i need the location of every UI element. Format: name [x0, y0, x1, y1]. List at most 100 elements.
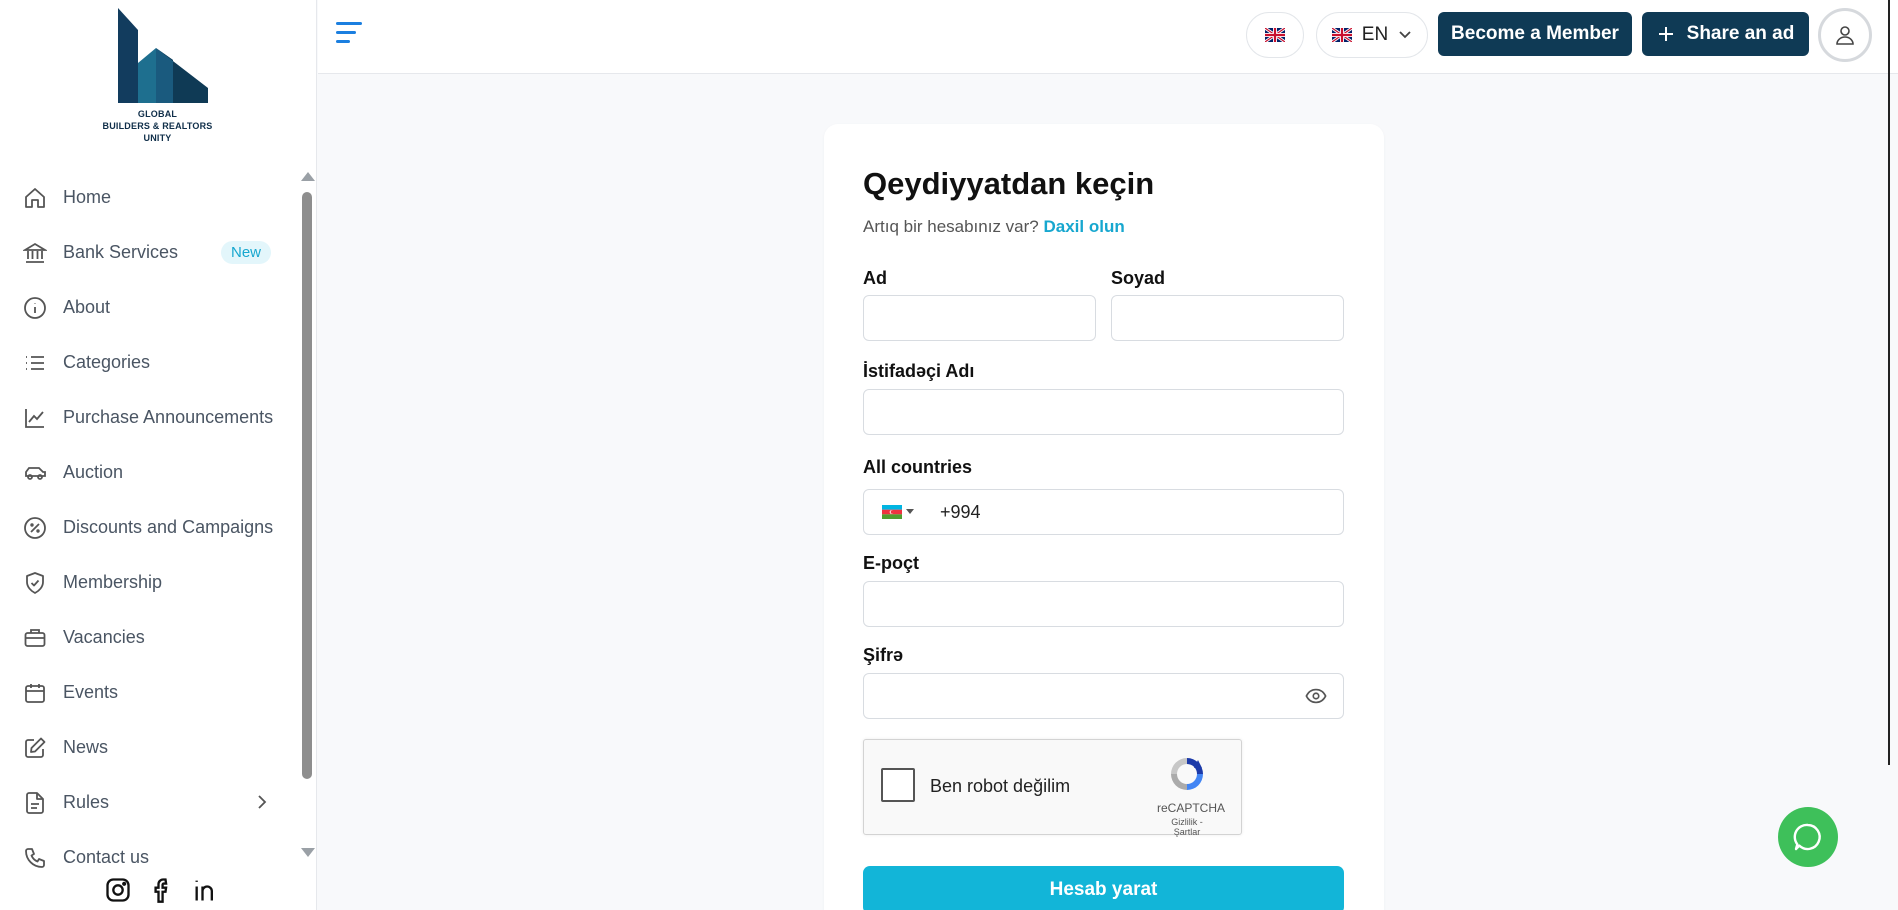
- email-field[interactable]: [863, 581, 1344, 627]
- eye-icon[interactable]: [1305, 685, 1327, 712]
- share-ad-label: Share an ad: [1686, 23, 1795, 44]
- percent-badge-icon: [22, 515, 48, 541]
- azerbaijan-flag-icon: [882, 505, 902, 519]
- bank-icon: [22, 240, 48, 266]
- username-field[interactable]: [863, 389, 1344, 435]
- chart-line-icon: [22, 405, 48, 431]
- login-link[interactable]: Daxil olun: [1044, 217, 1125, 236]
- sidebar: GLOBAL BUILDERS & REALTORS UNITY Home Ba…: [0, 0, 317, 910]
- sidebar-item-news[interactable]: News: [0, 720, 300, 775]
- country-flag-select[interactable]: [864, 505, 940, 519]
- sidebar-item-label: Auction: [63, 462, 124, 482]
- sidebar-item-rules[interactable]: Rules: [0, 775, 300, 830]
- facebook-icon[interactable]: [147, 875, 177, 905]
- logo-mark-icon: [117, 8, 208, 103]
- sidebar-item-label: Events: [63, 682, 119, 702]
- document-icon: [22, 790, 48, 816]
- sidebar-item-label: About: [63, 297, 111, 317]
- logo-line-2: BUILDERS & REALTORS: [102, 121, 213, 131]
- logo[interactable]: GLOBAL BUILDERS & REALTORS UNITY: [100, 8, 215, 153]
- sidebar-item-vacancies[interactable]: Vacancies: [0, 610, 300, 665]
- country-label: All countries: [863, 457, 973, 477]
- uk-flag-icon: [1331, 28, 1352, 42]
- scroll-down-arrow[interactable]: [301, 848, 315, 857]
- sidebar-item-bank-services[interactable]: Bank Services New: [0, 225, 300, 280]
- sidebar-item-label: News: [63, 737, 109, 757]
- sidebar-item-auction[interactable]: Auction: [0, 445, 300, 500]
- last-name-field[interactable]: [1111, 295, 1344, 341]
- sidebar-scrollbar[interactable]: [302, 192, 312, 779]
- create-account-button[interactable]: Hesab yarat: [863, 866, 1344, 910]
- sidebar-nav: Home Bank Services New About Categories: [0, 170, 300, 885]
- caret-down-icon: [906, 509, 914, 514]
- sidebar-item-membership[interactable]: Membership: [0, 555, 300, 610]
- page-title: Qeydiyyatdan keçin: [863, 166, 1155, 201]
- briefcase-icon: [22, 625, 48, 651]
- login-prompt: Artıq bir hesabınız var? Daxil olun: [863, 217, 1125, 237]
- recaptcha-brand: reCAPTCHA: [1157, 801, 1226, 815]
- plus-icon: [1658, 27, 1673, 41]
- user-icon: [1836, 26, 1854, 45]
- info-icon: [22, 295, 48, 321]
- recaptcha-logo: reCAPTCHA Gizlilik - Şartlar: [1157, 754, 1226, 837]
- sidebar-item-home[interactable]: Home: [0, 170, 300, 225]
- first-name-field[interactable]: [863, 295, 1096, 341]
- logo-line-1: GLOBAL: [137, 109, 178, 119]
- sidebar-item-label: Bank Services: [63, 242, 179, 262]
- home-icon: [22, 185, 48, 211]
- become-member-button[interactable]: Become a Member: [1438, 12, 1632, 56]
- sidebar-item-label: Contact us: [63, 847, 150, 867]
- recaptcha-widget: Ben robot değilim reCAPTCHA Gizlilik - Ş…: [863, 739, 1242, 837]
- language-selector[interactable]: EN: [1316, 12, 1428, 58]
- edit-icon: [22, 735, 48, 761]
- user-avatar-button[interactable]: [1818, 8, 1872, 62]
- sidebar-item-label: Home: [63, 187, 112, 207]
- recaptcha-terms-link[interactable]: Gizlilik - Şartlar: [1157, 817, 1217, 837]
- chevron-right-icon: [255, 792, 269, 817]
- menu-toggle-icon[interactable]: [336, 22, 366, 48]
- recaptcha-label: Ben robot değilim: [930, 776, 1071, 796]
- login-prompt-text: Artıq bir hesabınız var?: [863, 217, 1039, 236]
- sidebar-item-label: Categories: [63, 352, 151, 372]
- recaptcha-checkbox[interactable]: [881, 768, 915, 802]
- password-field[interactable]: [863, 673, 1344, 719]
- sidebar-item-label: Rules: [63, 792, 110, 812]
- chevron-down-icon: [1399, 31, 1411, 39]
- share-ad-button[interactable]: Share an ad: [1642, 12, 1809, 56]
- first-name-label: Ad: [863, 268, 887, 288]
- sidebar-item-label: Discounts and Campaigns: [63, 517, 274, 537]
- last-name-label: Soyad: [1111, 268, 1166, 288]
- logo-line-3: UNITY: [143, 133, 172, 143]
- social-links: [103, 875, 221, 905]
- sidebar-item-events[interactable]: Events: [0, 665, 300, 720]
- username-label: İstifadəçi Adı: [863, 361, 975, 381]
- calendar-icon: [22, 680, 48, 706]
- email-label: E-poçt: [863, 553, 919, 573]
- flag-selector-button[interactable]: [1246, 12, 1304, 58]
- sidebar-item-about[interactable]: About: [0, 280, 300, 335]
- sidebar-item-label: Membership: [63, 572, 163, 592]
- shield-check-icon: [22, 570, 48, 596]
- phone-code: +994: [940, 501, 981, 522]
- new-badge: New: [221, 241, 272, 264]
- sidebar-item-discounts[interactable]: Discounts and Campaigns: [0, 500, 300, 555]
- instagram-icon[interactable]: [103, 875, 133, 905]
- car-icon: [22, 460, 48, 486]
- linkedin-icon[interactable]: [191, 875, 221, 905]
- recaptcha-icon: [1171, 758, 1203, 790]
- sidebar-item-purchase-announcements[interactable]: Purchase Announcements: [0, 390, 300, 445]
- chat-button[interactable]: [1778, 807, 1838, 867]
- phone-field[interactable]: +994: [863, 489, 1344, 535]
- language-code: EN: [1361, 24, 1389, 45]
- sidebar-item-categories[interactable]: Categories: [0, 335, 300, 390]
- whatsapp-icon: [1793, 823, 1821, 851]
- top-header: EN Become a Member Share an ad: [318, 0, 1898, 74]
- sidebar-item-label: Vacancies: [63, 627, 145, 647]
- password-label: Şifrə: [863, 645, 904, 665]
- sidebar-item-label: Purchase Announcements: [63, 407, 274, 427]
- page-scrollbar-track: [1888, 0, 1890, 765]
- phone-icon: [22, 845, 48, 871]
- uk-flag-icon: [1265, 28, 1285, 42]
- scroll-up-arrow[interactable]: [301, 172, 315, 181]
- list-icon: [22, 350, 48, 376]
